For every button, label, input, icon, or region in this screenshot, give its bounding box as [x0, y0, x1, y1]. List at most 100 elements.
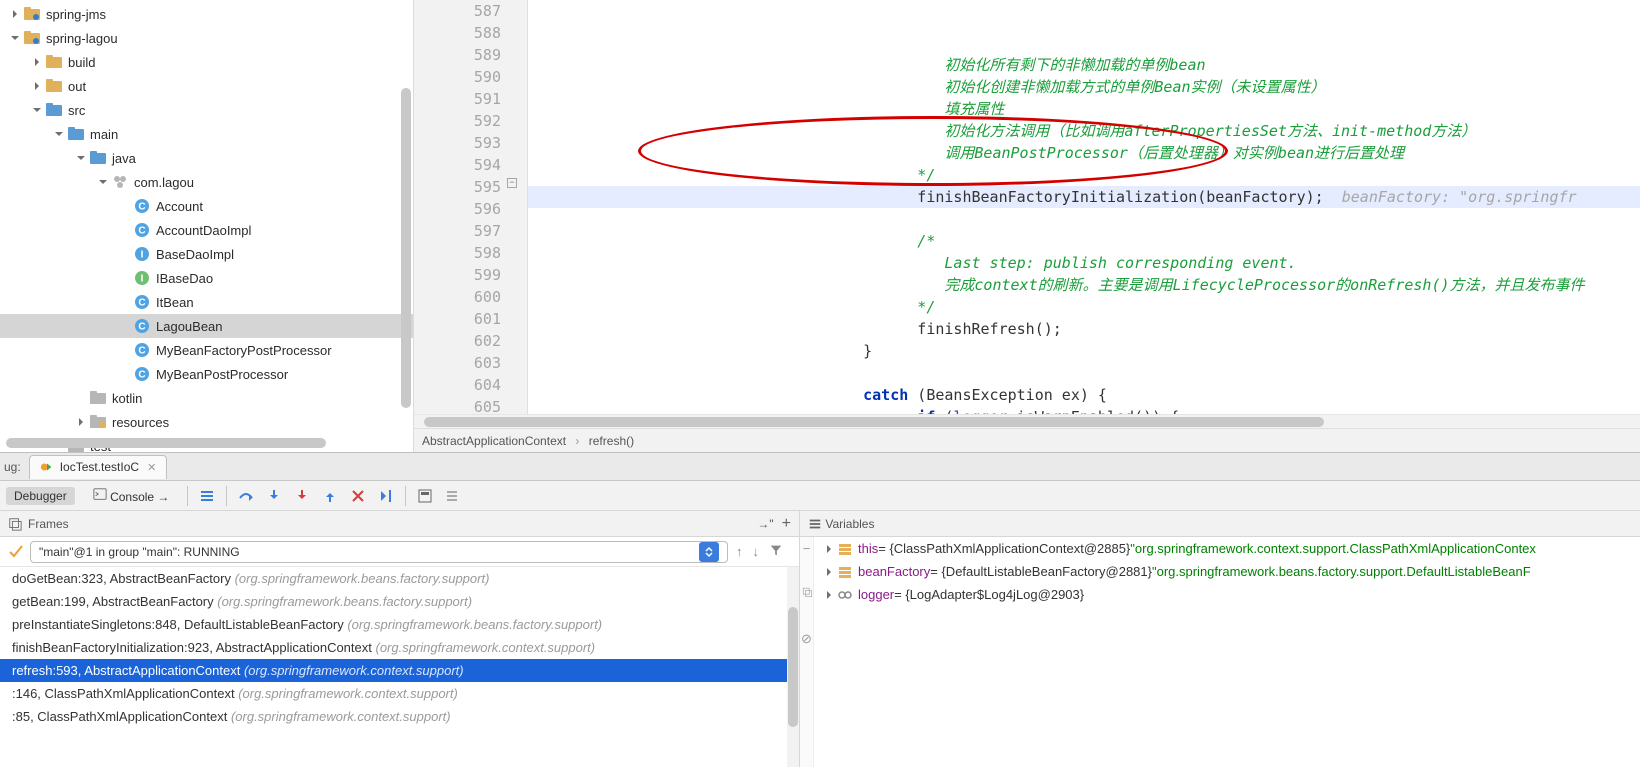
variables-list[interactable]: this = {ClassPathXmlApplicationContext@2… [814, 537, 1640, 767]
stack-frame[interactable]: doGetBean:323, AbstractBeanFactory (org.… [0, 567, 787, 590]
thread-select[interactable]: "main"@1 in group "main": RUNNING [30, 541, 728, 563]
line-number[interactable]: 600 [414, 286, 501, 308]
restore-layout-icon[interactable]: →" [757, 517, 773, 531]
frames-vscrollbar[interactable] [787, 567, 799, 767]
stack-frame[interactable]: :85, ClassPathXmlApplicationContext (org… [0, 705, 787, 728]
tree-twisty-icon[interactable] [118, 319, 132, 333]
tree-twisty-icon[interactable] [30, 55, 44, 69]
code-line[interactable]: finishRefresh(); [528, 318, 1640, 340]
line-number[interactable]: 596 [414, 198, 501, 220]
line-number[interactable]: 599 [414, 264, 501, 286]
tree-twisty-icon[interactable] [118, 343, 132, 357]
tree-item[interactable]: CLagouBean [0, 314, 413, 338]
variable-row[interactable]: this = {ClassPathXmlApplicationContext@2… [814, 537, 1640, 560]
breadcrumb-item[interactable]: refresh() [589, 434, 634, 448]
step-into-icon[interactable] [265, 487, 283, 505]
step-out-icon[interactable] [321, 487, 339, 505]
prev-frame-icon[interactable]: ↑ [736, 544, 743, 559]
code-line[interactable]: */ [528, 296, 1640, 318]
code-line[interactable]: 填充属性 [528, 98, 1640, 120]
line-number[interactable]: 597 [414, 220, 501, 242]
project-tree[interactable]: spring-jmsspring-lagoubuildoutsrcmainjav… [0, 0, 414, 452]
copy-icon[interactable] [801, 586, 813, 601]
debug-run-config-tab[interactable]: IocTest.testIoC ✕ [29, 455, 168, 479]
line-number[interactable]: 587 [414, 0, 501, 22]
run-to-cursor-icon[interactable] [377, 487, 395, 505]
line-number[interactable]: 592 [414, 110, 501, 132]
code-line[interactable]: */ [528, 164, 1640, 186]
tree-twisty-icon[interactable] [74, 391, 88, 405]
tree-twisty-icon[interactable] [52, 127, 66, 141]
tree-twisty-icon[interactable] [30, 103, 44, 117]
tree-twisty-icon[interactable] [74, 415, 88, 429]
threads-icon[interactable] [198, 487, 216, 505]
code-line[interactable]: finishBeanFactoryInitialization(beanFact… [528, 186, 1640, 208]
drop-frame-icon[interactable] [349, 487, 367, 505]
line-number[interactable]: 598 [414, 242, 501, 264]
next-frame-icon[interactable]: ↓ [753, 544, 760, 559]
tree-item[interactable]: resources [0, 410, 413, 434]
frames-list[interactable]: doGetBean:323, AbstractBeanFactory (org.… [0, 567, 787, 767]
tree-vscrollbar[interactable] [401, 88, 411, 408]
filter-icon[interactable] [769, 543, 783, 560]
tree-item[interactable]: kotlin [0, 386, 413, 410]
stack-frame[interactable]: :146, ClassPathXmlApplicationContext (or… [0, 682, 787, 705]
stack-frame[interactable]: preInstantiateSingletons:848, DefaultLis… [0, 613, 787, 636]
tree-item[interactable]: src [0, 98, 413, 122]
tree-twisty-icon[interactable] [118, 199, 132, 213]
tree-twisty-icon[interactable] [8, 7, 22, 21]
code-line[interactable]: 调用BeanPostProcessor（后置处理器）对实例bean进行后置处理 [528, 142, 1640, 164]
line-number[interactable]: 590 [414, 66, 501, 88]
tree-hscrollbar[interactable] [6, 438, 326, 448]
line-gutter[interactable]: − 58758858959059159259359459559659759859… [414, 0, 528, 414]
tree-item[interactable]: com.lagou [0, 170, 413, 194]
link-icon[interactable]: ⊘ [801, 631, 812, 647]
stack-frame[interactable]: finishBeanFactoryInitialization:923, Abs… [0, 636, 787, 659]
tree-item[interactable]: spring-jms [0, 2, 413, 26]
line-number[interactable]: 594 [414, 154, 501, 176]
chevron-updown-icon[interactable] [699, 542, 719, 562]
breadcrumb-item[interactable]: AbstractApplicationContext [422, 434, 566, 448]
tab-debugger[interactable]: Debugger [6, 487, 75, 505]
stack-frame[interactable]: refresh:593, AbstractApplicationContext … [0, 659, 787, 682]
tree-twisty-icon[interactable] [118, 295, 132, 309]
step-over-icon[interactable] [237, 487, 255, 505]
close-icon[interactable]: ✕ [147, 461, 156, 474]
tree-twisty-icon[interactable] [30, 79, 44, 93]
tree-twisty-icon[interactable] [822, 542, 836, 556]
code-line[interactable]: 初始化所有剩下的非懒加载的单例bean [528, 54, 1640, 76]
code-line[interactable]: 完成context的刷新。主要是调用LifecycleProcessor的onR… [528, 274, 1640, 296]
tree-twisty-icon[interactable] [118, 271, 132, 285]
variable-row[interactable]: logger = {LogAdapter$Log4jLog@2903} [814, 583, 1640, 606]
code-line[interactable]: 初始化创建非懒加载方式的单例Bean实例（未设置属性） [528, 76, 1640, 98]
line-number[interactable]: 595 [414, 176, 501, 198]
line-number[interactable]: 604 [414, 374, 501, 396]
tree-twisty-icon[interactable] [8, 31, 22, 45]
line-number[interactable]: 589 [414, 44, 501, 66]
code-editor[interactable]: − 58758858959059159259359459559659759859… [414, 0, 1640, 452]
line-number[interactable]: 593 [414, 132, 501, 154]
tree-twisty-icon[interactable] [74, 151, 88, 165]
line-number[interactable]: 602 [414, 330, 501, 352]
stack-frame[interactable]: getBean:199, AbstractBeanFactory (org.sp… [0, 590, 787, 613]
tree-twisty-icon[interactable] [822, 588, 836, 602]
tab-console[interactable]: Console → [85, 485, 178, 506]
tree-item[interactable]: main [0, 122, 413, 146]
line-number[interactable]: 603 [414, 352, 501, 374]
line-number[interactable]: 601 [414, 308, 501, 330]
code-line[interactable]: catch (BeansException ex) { [528, 384, 1640, 406]
tree-item[interactable]: java [0, 146, 413, 170]
tree-item[interactable]: spring-lagou [0, 26, 413, 50]
add-icon[interactable]: + [782, 515, 791, 533]
line-number[interactable]: 605 [414, 396, 501, 414]
tree-item[interactable]: out [0, 74, 413, 98]
code-line[interactable]: /* [528, 230, 1640, 252]
tree-item[interactable]: build [0, 50, 413, 74]
editor-hscrollbar[interactable] [414, 414, 1640, 428]
tree-item[interactable]: CMyBeanPostProcessor [0, 362, 413, 386]
variable-row[interactable]: beanFactory = {DefaultListableBeanFactor… [814, 560, 1640, 583]
tree-item[interactable]: IBaseDaoImpl [0, 242, 413, 266]
tree-twisty-icon[interactable] [822, 565, 836, 579]
tree-item[interactable]: CAccount [0, 194, 413, 218]
code-line[interactable]: } [528, 340, 1640, 362]
